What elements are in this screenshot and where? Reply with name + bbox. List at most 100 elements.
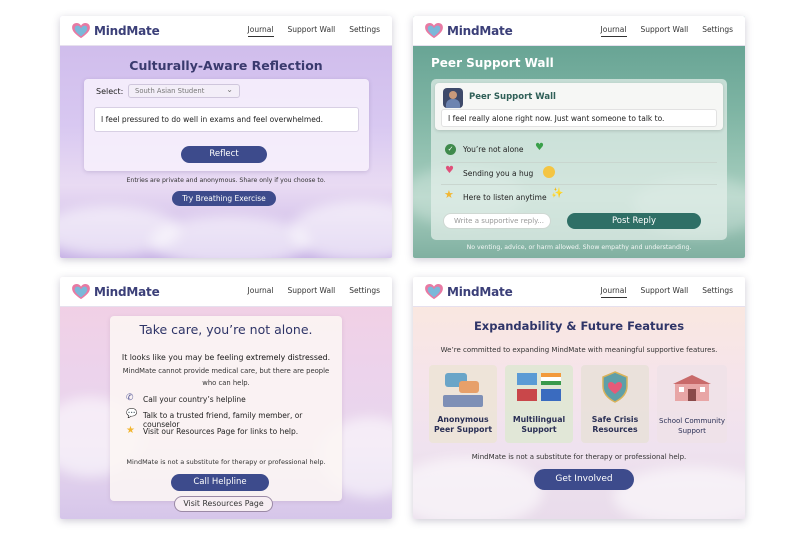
disclaimer: MindMate is not a substitute for therapy… — [471, 453, 687, 461]
crisis-option-text: Call your country’s helpline — [143, 395, 246, 404]
distress-emphasis: extremely distressed — [245, 353, 328, 362]
reply-item: ✓ You’re not alone ♥ — [441, 141, 717, 163]
reply-text: Here to listen anytime — [463, 193, 547, 202]
disclaimer: MindMate is not a substitute for therapy… — [126, 458, 326, 466]
heart-logo-icon — [425, 22, 443, 38]
crisis-sub-message: MindMate cannot provide medical care, bu… — [122, 367, 330, 387]
reply-placeholder: Write a supportive reply... — [454, 217, 544, 225]
journal-entry-input[interactable]: I feel pressured to do well in exams and… — [94, 107, 359, 132]
sparkles-icon: ✨ — [551, 188, 564, 199]
feature-label: Support — [678, 427, 706, 435]
feature-label: Peer Support — [433, 425, 493, 434]
hug-emoji-icon — [543, 166, 555, 178]
heart-logo-icon — [425, 283, 443, 299]
crisis-panel: MindMate Journal Support Wall Settings T… — [60, 277, 392, 519]
reply-item: ♥ Sending you a hug — [441, 163, 717, 185]
phone-icon: ✆ — [126, 393, 134, 403]
nav-support-wall[interactable]: Support Wall — [288, 25, 336, 37]
culture-select[interactable]: South Asian Student ⌄ — [128, 84, 240, 98]
feature-card[interactable]: Anonymous Peer Support — [429, 365, 497, 443]
nav-journal[interactable]: Journal — [600, 286, 627, 298]
top-nav: MindMate Journal Support Wall Settings — [413, 16, 745, 46]
get-involved-button[interactable]: Get Involved — [534, 469, 634, 490]
visit-resources-button[interactable]: Visit Resources Page — [174, 496, 273, 512]
nav-support-wall[interactable]: Support Wall — [641, 286, 689, 298]
brand-name: MindMate — [94, 284, 160, 299]
chat-icon: 💬 — [126, 409, 138, 419]
nav-support-wall[interactable]: Support Wall — [288, 286, 336, 297]
heart-icon: ♥ — [445, 165, 454, 176]
crisis-message: It looks like you may be feeling extreme… — [121, 353, 331, 362]
reflect-button[interactable]: Reflect — [181, 146, 267, 163]
crisis-option-text: Visit our Resources Page for links to he… — [143, 427, 299, 436]
reply-text: Sending you a hug — [463, 169, 534, 178]
crisis-option[interactable]: 💬 Talk to a trusted friend, family membe… — [126, 409, 336, 429]
feature-label: Multilingual — [512, 415, 566, 424]
brand-name: MindMate — [94, 23, 160, 38]
star-icon: ★ — [444, 188, 454, 201]
nav-settings[interactable]: Settings — [702, 286, 733, 298]
brand-name: MindMate — [447, 23, 513, 38]
top-nav: MindMate Journal Support Wall Settings — [413, 277, 745, 307]
page-title: Peer Support Wall — [431, 56, 554, 70]
crisis-title: Take care, you’re not alone. — [139, 322, 313, 337]
logo: MindMate — [72, 283, 160, 300]
call-helpline-button[interactable]: Call Helpline — [171, 474, 269, 491]
top-nav: MindMate Journal Support Wall Settings — [60, 16, 392, 46]
nav-journal[interactable]: Journal — [248, 286, 274, 297]
nav-journal[interactable]: Journal — [247, 25, 274, 37]
post-reply-button[interactable]: Post Reply — [567, 213, 701, 229]
reply-item: ★ Here to listen anytime ✨ — [441, 185, 717, 207]
reply-input[interactable]: Write a supportive reply... — [443, 213, 551, 229]
logo: MindMate — [72, 22, 160, 39]
nav-settings[interactable]: Settings — [349, 25, 380, 37]
logo: MindMate — [425, 283, 513, 300]
logo: MindMate — [425, 22, 513, 39]
brand-name: MindMate — [447, 284, 513, 299]
reply-text: You’re not alone — [463, 145, 524, 154]
culture-select-value: South Asian Student — [135, 87, 205, 95]
crisis-option[interactable]: ✆ Call your country’s helpline — [126, 393, 336, 407]
check-icon: ✓ — [445, 144, 456, 155]
top-nav: MindMate Journal Support Wall Settings — [60, 277, 392, 307]
select-label: Select: — [96, 87, 124, 96]
avatar — [443, 88, 463, 108]
heart-logo-icon — [72, 22, 90, 38]
post-card: Peer Support Wall I feel really alone ri… — [435, 83, 723, 130]
breathing-exercise-button[interactable]: Try Breathing Exercise — [172, 191, 276, 206]
feature-label: Anonymous — [437, 415, 489, 424]
chevron-down-icon: ⌄ — [226, 85, 233, 94]
journal-entry-text: I feel pressured to do well in exams and… — [101, 115, 323, 124]
rules-note: No venting, advice, or harm allowed. Sho… — [466, 244, 692, 251]
school-icon — [673, 375, 711, 401]
nav-journal[interactable]: Journal — [600, 25, 627, 37]
privacy-note: Entries are private and anonymous. Share… — [126, 177, 326, 184]
peer-wall-container: Peer Support Wall I feel really alone ri… — [431, 79, 727, 240]
nav-settings[interactable]: Settings — [349, 286, 380, 297]
page-title: Culturally-Aware Reflection — [129, 58, 323, 73]
star-icon: ★ — [126, 425, 135, 436]
feature-label: Support — [521, 425, 557, 434]
nav-settings[interactable]: Settings — [702, 25, 733, 37]
reflection-card: Select: South Asian Student ⌄ I feel pre… — [84, 79, 369, 171]
future-features-panel: MindMate Journal Support Wall Settings E… — [413, 277, 745, 519]
shield-heart-icon — [602, 371, 628, 403]
peer-support-panel: MindMate Journal Support Wall Settings P… — [413, 16, 745, 258]
post-text-box: I feel really alone right now. Just want… — [441, 109, 717, 127]
feature-card[interactable]: Safe Crisis Resources — [581, 365, 649, 443]
flags-icon — [517, 373, 537, 385]
reflection-panel: MindMate Journal Support Wall Settings C… — [60, 16, 392, 258]
crisis-option[interactable]: ★ Visit our Resources Page for links to … — [126, 425, 336, 439]
feature-card[interactable]: Multilingual Support — [505, 365, 573, 443]
post-card-title: Peer Support Wall — [469, 92, 556, 102]
feature-label: Resources — [592, 425, 638, 434]
page-title: Expandability & Future Features — [473, 319, 685, 333]
heart-logo-icon — [72, 283, 90, 299]
feature-card[interactable]: School Community Support — [657, 365, 727, 443]
feature-label: Safe Crisis — [591, 415, 639, 424]
nav-support-wall[interactable]: Support Wall — [641, 25, 689, 37]
feature-label: School Community — [659, 417, 725, 425]
green-heart-icon: ♥ — [535, 142, 544, 153]
intro-text: We’re committed to expanding MindMate wi… — [440, 346, 718, 354]
post-text: I feel really alone right now. Just want… — [448, 114, 665, 123]
